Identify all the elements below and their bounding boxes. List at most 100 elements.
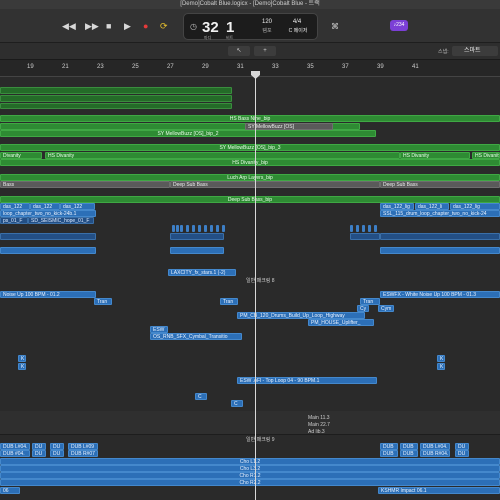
region-hs-divanity[interactable]: HS Divanity (400, 152, 470, 159)
region-mellowbuzz-2[interactable]: SY MellowBuzz [OS]_bip_2 (0, 130, 376, 137)
region-ad-lib[interactable]: Ad lib.3 (308, 429, 325, 435)
region-dub[interactable]: DUB R#04. (420, 450, 450, 457)
region-cym[interactable]: Cym (378, 305, 394, 312)
region-mellowbuzz[interactable]: SY MellowBuzz [OS] (245, 123, 333, 130)
region-drum-loop[interactable]: SSL_115_drum_loop_chapter_two_no_kick-24 (380, 210, 500, 217)
region-noise-up[interactable]: Noise Up 100 BPM - 01.2 (0, 291, 96, 298)
region-dub[interactable]: DUB #04. (0, 450, 30, 457)
play-icon[interactable]: ▶ (124, 21, 131, 31)
region[interactable] (380, 247, 500, 254)
region-dub[interactable]: DUB L#04. (420, 443, 450, 450)
region[interactable] (374, 225, 377, 232)
region-tran[interactable]: Tran (220, 298, 238, 305)
region-cho[interactable]: Cho L3.2 (0, 465, 500, 472)
region[interactable] (180, 225, 183, 232)
region-hs-divanity-bip[interactable]: HS Divanity_bip (0, 159, 500, 166)
region[interactable] (192, 225, 195, 232)
tempo-value[interactable]: 120 (256, 19, 278, 25)
region[interactable] (0, 233, 96, 240)
region[interactable] (210, 225, 213, 232)
rewind-icon[interactable]: ◀◀ (62, 21, 76, 31)
region-drum-loop[interactable]: loop_chapter_two_no_kick-24b.1 (0, 210, 96, 217)
region[interactable] (368, 225, 371, 232)
record-icon[interactable]: ● (143, 21, 148, 31)
region-dub[interactable]: DUB (400, 450, 418, 457)
region-das-122[interactable]: das_122 (0, 203, 30, 210)
region-top-loop[interactable]: ESW .oFl - Top Loop 04 - 90 BPM.1 (237, 377, 377, 384)
region-divanity[interactable]: Divanity (0, 152, 42, 159)
stop-icon[interactable]: ■ (106, 21, 111, 31)
region-das-122[interactable]: das_122_li (415, 203, 449, 210)
region-das-122[interactable]: das_122_lig (450, 203, 500, 210)
region[interactable] (176, 225, 179, 232)
snap-select[interactable]: 스마트 (452, 46, 498, 56)
pointer-tool-icon[interactable]: ↖ (228, 46, 250, 56)
region-hs-divanity[interactable]: HS Divanity (472, 152, 500, 159)
region[interactable] (380, 233, 500, 240)
region-dub[interactable]: DU (50, 443, 64, 450)
region-dub[interactable]: DU (32, 450, 46, 457)
region-dub[interactable]: DUB (380, 450, 398, 457)
region[interactable] (222, 225, 225, 232)
region-cho[interactable]: Cho R1.2 (0, 472, 500, 479)
region[interactable] (170, 233, 224, 240)
region[interactable] (0, 87, 232, 94)
region-kshmr-impact[interactable]: KSHMR Impact 06.1 (378, 487, 500, 494)
region-mellowbuzz-3[interactable]: SY MellowBuzz [OS]_bip_3 (0, 144, 500, 151)
region-dub[interactable]: DUB (380, 443, 398, 450)
region[interactable] (172, 225, 175, 232)
display-mode-icon[interactable]: ◷ (190, 22, 197, 31)
lcd-display[interactable]: ◷ 32 1 마디 비트 120 템포 4/4 C 메이저 (183, 13, 318, 40)
region[interactable] (186, 225, 189, 232)
count-in-badge[interactable]: ♪234 (390, 20, 408, 31)
fast-forward-icon[interactable]: ▶▶ (85, 21, 99, 31)
region-laxcity[interactable]: LAXCITY_fx_stars.1 (-2) (168, 269, 236, 276)
region-tran[interactable]: Tran (360, 298, 380, 305)
region-main[interactable]: Main 22.7 (308, 422, 330, 428)
region-k[interactable]: K (437, 363, 445, 370)
region[interactable] (204, 225, 207, 232)
region-tran[interactable]: Tran (94, 298, 112, 305)
region-cho[interactable]: Cho L1.2 (0, 458, 500, 465)
region-k[interactable]: K (18, 363, 26, 370)
region-deep-sub-bass-bip[interactable]: Deep Sub Bass_bip (0, 196, 500, 203)
cycle-icon[interactable]: ⟳ (160, 21, 168, 31)
region-pm-build-up[interactable]: PM_CB_120_Drums_Build_Up_Loop_Highway (237, 312, 365, 319)
region[interactable] (198, 225, 201, 232)
region-pm-house[interactable]: PM_HOUSE_Uplifter_ (308, 319, 374, 326)
region-das-122[interactable]: das_122 (60, 203, 95, 210)
bar-ruler[interactable]: 19 21 23 25 27 29 31 33 35 37 39 41 (0, 60, 500, 77)
key-value[interactable]: C 메이저 (284, 27, 312, 34)
region-cy[interactable]: Cy (357, 305, 369, 312)
region[interactable] (356, 225, 359, 232)
region-das-122[interactable]: das_122 (30, 203, 60, 210)
region-dub[interactable]: DU (50, 450, 64, 457)
region-seismic[interactable]: ps_01_F (0, 217, 28, 224)
region-main[interactable]: Main 11.3 (308, 415, 330, 421)
region-das-122[interactable]: das_122_lig (380, 203, 414, 210)
region-dub[interactable]: DUB R#07 (68, 450, 98, 457)
region-esw[interactable]: ESW (150, 326, 168, 333)
playhead-line[interactable] (255, 71, 256, 500)
region-luch-arp[interactable]: Luch Arp Layers_bip (0, 174, 500, 181)
tracks-area[interactable]: HS Bass Nine_bip SY MellowBuzz [OS] SY M… (0, 77, 500, 500)
region[interactable] (0, 103, 232, 109)
region[interactable]: 06 (0, 487, 20, 494)
region-cho[interactable]: Cho R2.2 (0, 479, 500, 486)
region-noise-up[interactable]: ESWFX - White Noise Up 100 BPM - 01.3 (380, 291, 500, 298)
region[interactable] (0, 95, 232, 102)
region-dub[interactable]: DU (455, 443, 469, 450)
region-deep-sub-bass[interactable]: Deep Sub Bass (380, 181, 500, 188)
region-k[interactable]: K (18, 355, 26, 362)
region-c[interactable]: C (231, 400, 243, 407)
region-cymbal-transition[interactable]: OS_RNB_SFX_Cymbal_Transitio (150, 333, 242, 340)
region-hs-divanity[interactable]: HS Divanity (45, 152, 400, 159)
region-k[interactable]: K (437, 355, 445, 362)
region[interactable] (350, 233, 380, 240)
region-seismic[interactable]: SD_SEISMIC_hope_01_F (28, 217, 94, 224)
region-dub[interactable]: DUB L#04. (0, 443, 30, 450)
region-deep-sub-bass[interactable]: Deep Sub Bass (170, 181, 380, 188)
region[interactable] (170, 247, 224, 254)
region-bass[interactable]: Bass (0, 181, 170, 188)
region[interactable] (0, 247, 96, 254)
